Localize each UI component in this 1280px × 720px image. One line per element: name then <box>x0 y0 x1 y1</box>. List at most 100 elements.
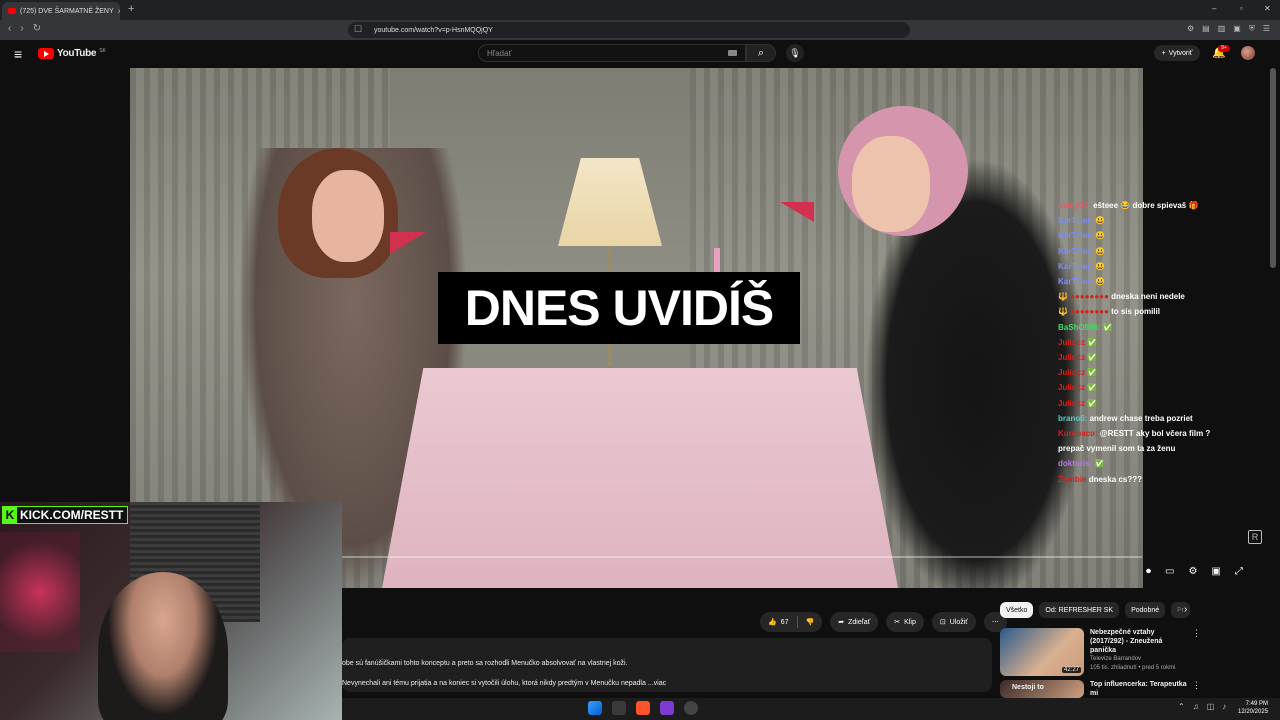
chat-username: Juliocz <box>1058 368 1086 378</box>
candle <box>714 248 720 274</box>
lamp-shade <box>558 158 662 246</box>
chat-text: ✅ <box>1094 459 1105 469</box>
app-icon[interactable] <box>684 701 698 715</box>
thumbs-down-icon[interactable]: 👎 <box>806 618 815 626</box>
clip-button[interactable]: ✂ Klip <box>886 612 924 632</box>
tray-up-icon[interactable]: ⌃ <box>1178 702 1185 711</box>
clip-label: Klip <box>904 618 916 626</box>
explorer-icon[interactable] <box>612 701 626 715</box>
chat-username: Juliocz <box>1058 353 1086 363</box>
logo-country: SK <box>99 48 106 54</box>
autoplay-toggle-icon[interactable]: ⏺ <box>1146 566 1151 577</box>
obs-icon[interactable] <box>660 701 674 715</box>
volume-icon[interactable]: ♪ <box>1222 702 1226 711</box>
kick-k-icon: K <box>3 507 17 523</box>
chat-username: Juliocz <box>1058 398 1086 408</box>
chat-text: dneska neni nedele <box>1111 292 1185 302</box>
youtube-play-icon <box>38 48 54 59</box>
woman-right-face <box>852 136 930 232</box>
back-icon[interactable]: ‹ <box>8 23 11 34</box>
share-label: Zdieľať <box>848 618 871 626</box>
search-button[interactable]: ⌕ <box>746 44 776 62</box>
page-scrollbar[interactable] <box>1270 68 1276 268</box>
video-thumbnail: 42:27 <box>1000 628 1084 676</box>
chat-message: Juliocz ✅ <box>1058 380 1258 395</box>
close-window-button[interactable]: ✕ <box>1264 4 1271 13</box>
channel-name: Televize Barrandov <box>1090 656 1142 662</box>
url-text: youtube.com/watch?v=p-HsnMQQjQY <box>374 26 493 34</box>
miniplayer-icon[interactable]: ▣ <box>1211 566 1220 577</box>
microphone-icon[interactable]: 🎙 <box>786 44 804 62</box>
split-view-icon[interactable]: ▥ <box>1218 24 1226 34</box>
settings-gear-icon[interactable]: ⚙ <box>1188 566 1197 577</box>
bookmark-icon[interactable]: ☐ <box>354 24 362 35</box>
flag-left <box>390 232 426 254</box>
windows-start-icon[interactable] <box>588 701 602 715</box>
chat-text: ešteee 😂 dobre spievaš 🎁 <box>1093 201 1199 210</box>
webcam-overlay <box>0 502 342 720</box>
like-button[interactable]: 👍 67 👎 <box>760 612 823 632</box>
cam-red-light <box>0 532 80 652</box>
subtitles-icon[interactable]: ▭ <box>1165 566 1174 577</box>
like-count: 67 <box>780 618 789 626</box>
chat-text: ✅ <box>1087 398 1098 408</box>
chat-username: Juliocz <box>1058 337 1086 347</box>
chip-related[interactable]: Podobné <box>1125 602 1166 618</box>
chat-message: 🔱 ●●●●●●●● dneska neni nedele <box>1058 289 1258 304</box>
forward-icon[interactable]: › <box>20 23 23 34</box>
youtube-logo[interactable]: YouTube SK <box>38 48 106 59</box>
recommended-video[interactable]: 42:27 Nebezpečné vztahy (2017/292) - Zne… <box>1000 628 1201 676</box>
recommended-video[interactable]: Nestoji to Top influencerka: Terapeutka … <box>1000 680 1201 698</box>
share-button[interactable]: ➦ Zdieľať <box>830 612 879 632</box>
chat-message: Juliocz ✅ <box>1058 350 1258 365</box>
scissors-icon: ✂ <box>894 619 901 626</box>
mic-tray-icon[interactable]: ♫ <box>1193 702 1199 711</box>
maximize-button[interactable]: ▫ <box>1240 4 1243 13</box>
chat-message: 🔱 ●●●●●●●● to sis pomilil <box>1058 304 1258 319</box>
chat-message: KarTiJer: 😃 <box>1058 244 1258 259</box>
chat-text: 😃 <box>1095 261 1106 271</box>
chip-from-channel[interactable]: Od: REFRESHER SK <box>1039 602 1120 618</box>
save-label: Uložiť <box>949 618 968 626</box>
url-field[interactable]: youtube.com/watch?v=p-HsnMQQjQY <box>348 22 910 38</box>
create-button[interactable]: + Vytvoriť <box>1154 45 1200 61</box>
chat-message: BaShO596: ✅ <box>1058 320 1258 335</box>
brave-browser-icon[interactable] <box>636 701 650 715</box>
more-vert-icon[interactable]: ⋮ <box>1192 628 1201 676</box>
chip-all[interactable]: Všetko <box>1000 602 1034 618</box>
chat-text: 😃 <box>1095 246 1106 256</box>
cam-person <box>98 572 228 720</box>
reload-icon[interactable]: ↻ <box>33 23 41 34</box>
wallet-icon[interactable]: ▣ <box>1233 24 1241 34</box>
search-placeholder: Hľadať <box>487 48 512 58</box>
extension-icon[interactable]: ⚙ <box>1187 24 1194 34</box>
chat-message: Zombie dneska cs??? <box>1058 472 1258 487</box>
tab-close-icon[interactable]: × <box>118 7 120 16</box>
chat-message: KarTiJer: 😃 <box>1058 274 1258 289</box>
minimize-button[interactable]: – <box>1212 4 1216 13</box>
chat-message: matty31: ešteee 😂 dobre spievaš 🎁 <box>1058 198 1258 213</box>
player-controls: ⏺ ▭ ⚙ ▣ ⤢ <box>1146 566 1243 577</box>
flag-right <box>780 202 814 222</box>
keyboard-icon[interactable] <box>728 50 737 56</box>
save-button[interactable]: ⊡ Uložiť <box>931 612 976 632</box>
chevron-right-icon[interactable]: › <box>1184 604 1187 615</box>
clock[interactable]: 7:49 PM 12/20/2025 <box>1238 700 1268 716</box>
description-box[interactable]: obe sú fanúšičkami tohto konceptu a pret… <box>342 638 992 692</box>
chat-username: Juliocz <box>1058 383 1086 393</box>
shield-icon[interactable]: ⛨ <box>1249 24 1255 34</box>
browser-tab[interactable]: (725) DVE ŠARMATNÉ ŽENY × <box>2 2 120 20</box>
progress-bar[interactable] <box>342 556 1142 558</box>
filter-chips: Všetko Od: REFRESHER SK Podobné Pr <box>1000 602 1191 618</box>
hamburger-menu-icon[interactable]: ≡ <box>14 46 22 62</box>
video-caption: DNES UVIDÍŠ <box>438 272 800 344</box>
menu-dots-icon[interactable]: ☰ <box>1263 24 1270 34</box>
network-icon[interactable]: ◫ <box>1207 702 1215 711</box>
clock-time: 7:49 PM <box>1245 701 1269 707</box>
sidebar-icon[interactable]: ▤ <box>1202 24 1210 34</box>
search-input[interactable]: Hľadať <box>478 44 746 62</box>
more-vert-icon[interactable]: ⋮ <box>1192 680 1201 698</box>
avatar[interactable] <box>1241 46 1255 60</box>
fullscreen-icon[interactable]: ⤢ <box>1235 566 1243 577</box>
new-tab-button[interactable]: + <box>128 3 134 15</box>
